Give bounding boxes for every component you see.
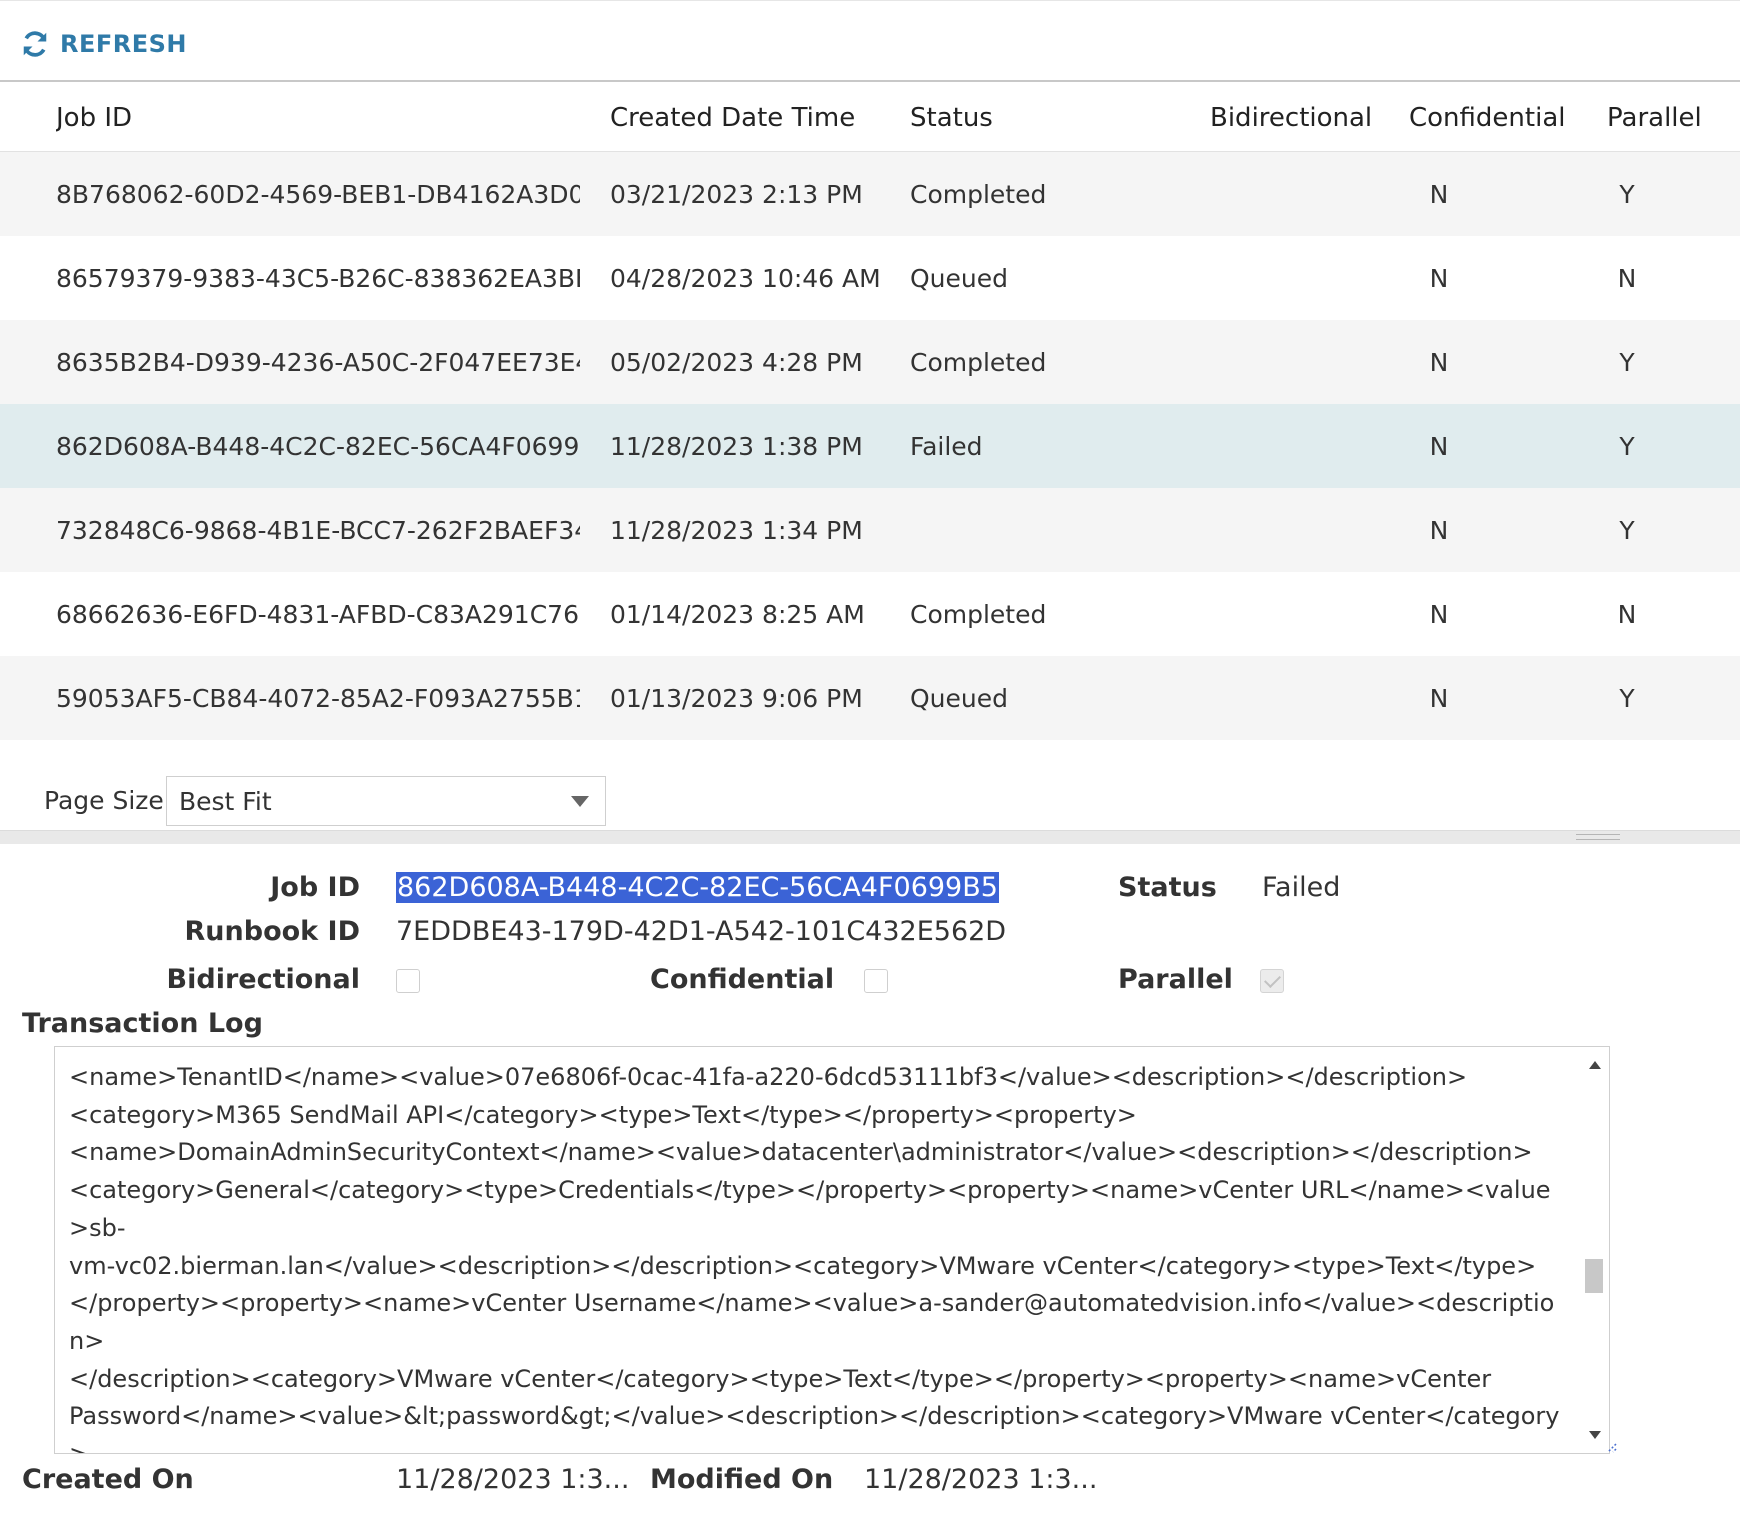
grid-header: Job ID Created Date Time Status Bidirect… [0,84,1740,152]
refresh-label: REFRESH [60,30,188,58]
parallel-checkbox[interactable] [1260,969,1284,993]
cell-status [910,488,1210,572]
page-size-select[interactable]: Best Fit [166,776,606,826]
scroll-down-icon[interactable] [1589,1431,1601,1439]
page-size-value: Best Fit [179,786,272,816]
cell-created: 01/13/2023 9:06 PM [610,683,863,713]
detail-status-label: Status [1118,872,1217,903]
cell-bidirectional [1210,488,1400,572]
cell-job-id: 86579379-9383-43C5-B26C-838362EA3BBC [56,263,580,293]
cell-confidential: N [1429,263,1449,293]
table-row[interactable]: 59053AF5-CB84-4072-85A2-F093A2755B13 01/… [0,656,1740,740]
table-row[interactable]: 86579379-9383-43C5-B26C-838362EA3BBC 04/… [0,236,1740,320]
cell-created: 03/21/2023 2:13 PM [610,179,863,209]
refresh-button[interactable]: REFRESH [20,27,187,61]
cell-job-id: 732848C6-9868-4B1E-BCC7-262F2BAEF34A [56,515,580,545]
cell-created: 11/28/2023 1:38 PM [610,431,863,461]
detail-status-value: Failed [1262,872,1341,903]
modified-on-label: Modified On [650,1464,834,1495]
cell-created: 04/28/2023 10:46 AM [610,263,881,293]
cell-bidirectional [1210,236,1400,320]
column-header-created-date-time[interactable]: Created Date Time [610,84,900,151]
confidential-checkbox[interactable] [864,969,888,993]
cell-confidential: N [1429,431,1449,461]
cell-parallel: N [1617,599,1637,629]
splitter-grip-icon[interactable] [1576,834,1620,840]
column-header-bidirectional[interactable]: Bidirectional [1210,84,1400,151]
transaction-log-scrollbar[interactable] [1579,1047,1609,1453]
scroll-up-icon[interactable] [1589,1061,1601,1069]
cell-created: 05/02/2023 4:28 PM [610,347,863,377]
column-header-job-id[interactable]: Job ID [56,84,580,151]
cell-status: Failed [910,431,983,461]
cell-job-id: 862D608A-B448-4C2C-82EC-56CA4F0699B5 [56,431,580,461]
cell-parallel: Y [1619,347,1635,377]
cell-confidential: N [1429,515,1449,545]
cell-job-id: 8635B2B4-D939-4236-A50C-2F047EE73E4E [56,347,580,377]
table-row[interactable]: 68662636-E6FD-4831-AFBD-C83A291C764A 01/… [0,572,1740,656]
resize-handle-icon[interactable] [1602,1438,1618,1454]
table-row[interactable]: 8B768062-60D2-4569-BEB1-DB4162A3D0... 03… [0,152,1740,236]
detail-parallel-label: Parallel [1118,964,1233,995]
pane-splitter[interactable] [0,830,1740,844]
table-row[interactable]: 8635B2B4-D939-4236-A50C-2F047EE73E4E 05/… [0,320,1740,404]
jobs-grid: Job ID Created Date Time Status Bidirect… [0,84,1740,740]
cell-created: 01/14/2023 8:25 AM [610,599,865,629]
transaction-log-text[interactable]: <name>TenantID</name><value>07e6806f-0ca… [69,1059,1569,1453]
cell-job-id: 59053AF5-CB84-4072-85A2-F093A2755B13 [56,683,580,713]
column-header-confidential[interactable]: Confidential [1409,84,1599,151]
cell-status: Queued [910,683,1008,713]
cell-created: 11/28/2023 1:34 PM [610,515,863,545]
detail-runbook-id-label: Runbook ID [184,916,360,947]
pager: Page Size Best Fit [0,770,1740,830]
page-size-label: Page Size [44,785,164,815]
column-header-status[interactable]: Status [910,84,1210,151]
cell-bidirectional [1210,656,1400,740]
cell-status: Completed [910,347,1047,377]
cell-status: Queued [910,263,1008,293]
cell-bidirectional [1210,320,1400,404]
cell-parallel: Y [1619,683,1635,713]
cell-bidirectional [1210,404,1400,488]
detail-job-id-label: Job ID [270,872,360,903]
detail-runbook-id-value: 7EDDBE43-179D-42D1-A542-101C432E562D [396,916,1007,947]
cell-status: Completed [910,179,1047,209]
cell-confidential: N [1429,179,1449,209]
detail-job-id-value[interactable]: 862D608A-B448-4C2C-82EC-56CA4F0699B5 [396,872,999,903]
created-on-label: Created On [22,1464,194,1495]
cell-bidirectional [1210,572,1400,656]
cell-confidential: N [1429,347,1449,377]
cell-parallel: Y [1619,431,1635,461]
cell-confidential: N [1429,683,1449,713]
bidirectional-checkbox[interactable] [396,969,420,993]
cell-parallel: N [1617,263,1637,293]
toolbar: REFRESH [0,0,1740,82]
cell-status: Completed [910,599,1047,629]
table-row-selected[interactable]: 862D608A-B448-4C2C-82EC-56CA4F0699B5 11/… [0,404,1740,488]
table-row[interactable]: 732848C6-9868-4B1E-BCC7-262F2BAEF34A 11/… [0,488,1740,572]
cell-job-id: 68662636-E6FD-4831-AFBD-C83A291C764A [56,599,580,629]
modified-on-value: 11/28/2023 1:3... [864,1464,1098,1495]
cell-parallel: Y [1619,515,1635,545]
detail-confidential-label: Confidential [650,964,835,995]
chevron-down-icon[interactable] [571,796,589,807]
detail-bidirectional-label: Bidirectional [166,964,360,995]
cell-job-id: 8B768062-60D2-4569-BEB1-DB4162A3D0... [56,179,580,209]
transaction-log-textarea[interactable]: <name>TenantID</name><value>07e6806f-0ca… [54,1046,1610,1454]
transaction-log-label: Transaction Log [22,1008,263,1039]
cell-bidirectional [1210,152,1400,236]
created-on-value: 11/28/2023 1:3... [396,1464,630,1495]
column-header-parallel[interactable]: Parallel [1607,84,1737,151]
refresh-icon [23,31,47,57]
scroll-thumb[interactable] [1585,1259,1603,1293]
cell-parallel: Y [1619,179,1635,209]
cell-confidential: N [1429,599,1449,629]
